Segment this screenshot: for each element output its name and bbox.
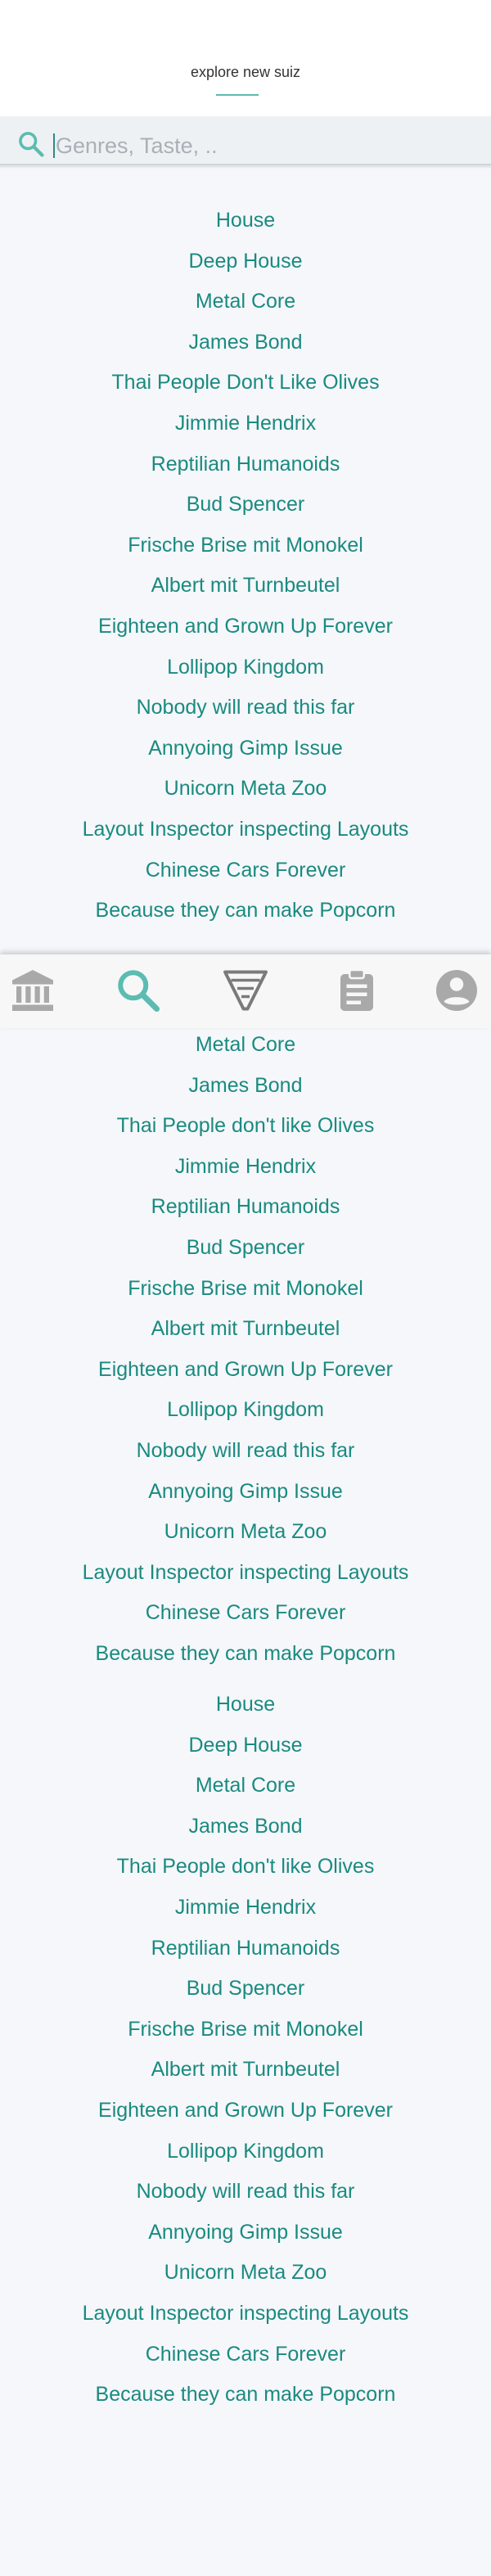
bank-icon	[12, 970, 53, 1011]
genre-list-item[interactable]: Frische Brise mit Monokel	[0, 526, 491, 566]
genre-list-item[interactable]: Frische Brise mit Monokel	[0, 2010, 491, 2050]
app-header: explore new suiz	[0, 0, 491, 116]
genre-list-item[interactable]: Unicorn Meta Zoo	[0, 2253, 491, 2294]
account-icon	[436, 970, 477, 1011]
genre-list-item[interactable]: Reptilian Humanoids	[0, 444, 491, 485]
genre-list-third: House Deep House Metal Core James Bond Thai …	[0, 1685, 491, 2416]
search-input[interactable]	[56, 128, 465, 164]
genre-list-item[interactable]: Jimmie Hendrix	[0, 404, 491, 444]
genre-list-item[interactable]: Bud Spencer	[0, 1228, 491, 1269]
genre-list-item[interactable]: Chinese Cars Forever	[0, 1593, 491, 1634]
funnel-icon	[223, 970, 268, 1011]
genre-list-item[interactable]: Because they can make Popcorn	[0, 891, 491, 932]
nav-filter-button[interactable]	[221, 966, 270, 1015]
genre-list-item[interactable]: Jimmie Hendrix	[0, 1147, 491, 1188]
genre-list-item[interactable]: James Bond	[0, 1807, 491, 1847]
genre-list-item[interactable]: Layout Inspector inspecting Layouts	[0, 1553, 491, 1594]
genre-list-item[interactable]: Albert mit Turnbeutel	[0, 1309, 491, 1350]
genre-list-item[interactable]: House	[0, 201, 491, 241]
genre-list-item[interactable]: Bud Spencer	[0, 1969, 491, 2010]
genre-list-item[interactable]: Albert mit Turnbeutel	[0, 2050, 491, 2091]
genre-list-item[interactable]: Layout Inspector inspecting Layouts	[0, 2294, 491, 2335]
text-cursor	[53, 133, 55, 158]
genre-list-item[interactable]: Metal Core	[0, 282, 491, 323]
genre-list-item[interactable]: Reptilian Humanoids	[0, 1187, 491, 1228]
genre-list-item[interactable]: Thai People don't like Olives	[0, 1106, 491, 1147]
genre-list-item[interactable]: Frische Brise mit Monokel	[0, 1269, 491, 1310]
genre-list-item[interactable]: Unicorn Meta Zoo	[0, 1512, 491, 1553]
genre-list-item[interactable]: Layout Inspector inspecting Layouts	[0, 810, 491, 850]
genre-list-item[interactable]: Nobody will read this far	[0, 2172, 491, 2213]
bottom-navigation	[0, 954, 491, 1028]
genre-list-item[interactable]: Nobody will read this far	[0, 1431, 491, 1472]
genre-list-item[interactable]: Eighteen and Grown Up Forever	[0, 607, 491, 647]
genre-list-item[interactable]: Thai People Don't Like Olives	[0, 363, 491, 404]
nav-home-button[interactable]	[8, 966, 57, 1015]
genre-list-item[interactable]: Deep House	[0, 241, 491, 282]
genre-list-second: Metal Core James Bond Thai People don't li…	[0, 1025, 491, 1675]
genre-list-item[interactable]: Annyoing Gimp Issue	[0, 2213, 491, 2253]
genre-list-item[interactable]: Because they can make Popcorn	[0, 1634, 491, 1675]
genre-list-item[interactable]: Albert mit Turnbeutel	[0, 566, 491, 607]
genre-list-item[interactable]: Lollipop Kingdom	[0, 2132, 491, 2172]
genre-list-main: House Deep House Metal Core James Bond Thai …	[0, 201, 491, 932]
search-icon	[118, 970, 160, 1012]
genre-list-item[interactable]: Annyoing Gimp Issue	[0, 729, 491, 769]
nav-profile-button[interactable]	[432, 966, 481, 1015]
title-underline	[216, 94, 259, 96]
genre-list-item[interactable]: Thai People don't like Olives	[0, 1847, 491, 1888]
genre-list-item[interactable]: Jimmie Hendrix	[0, 1888, 491, 1929]
nav-clipboard-button[interactable]	[332, 966, 381, 1015]
genre-list-item[interactable]: Deep House	[0, 1726, 491, 1766]
genre-list-item[interactable]: Metal Core	[0, 1766, 491, 1807]
genre-list-item[interactable]: James Bond	[0, 323, 491, 363]
genre-list-item[interactable]: Eighteen and Grown Up Forever	[0, 1350, 491, 1391]
genre-list-item[interactable]: Chinese Cars Forever	[0, 850, 491, 891]
genre-list-item[interactable]: House	[0, 1685, 491, 1726]
genre-list-item[interactable]: Nobody will read this far	[0, 688, 491, 729]
genre-list-item[interactable]: Eighteen and Grown Up Forever	[0, 2091, 491, 2132]
genre-list-item[interactable]: Because they can make Popcorn	[0, 2375, 491, 2416]
genre-list-item[interactable]: Lollipop Kingdom	[0, 647, 491, 688]
genre-list-item[interactable]: Reptilian Humanoids	[0, 1929, 491, 1969]
genre-list-item[interactable]: Lollipop Kingdom	[0, 1390, 491, 1431]
genre-list-item[interactable]: Unicorn Meta Zoo	[0, 769, 491, 810]
nav-search-button[interactable]	[114, 966, 163, 1015]
genre-list-item[interactable]: Metal Core	[0, 1025, 491, 1066]
genre-list-item[interactable]: Bud Spencer	[0, 485, 491, 526]
search-bar-shadow	[0, 164, 491, 169]
clipboard-icon	[340, 968, 373, 1011]
page-title: explore new suiz	[190, 64, 301, 80]
genre-list-item[interactable]: James Bond	[0, 1066, 491, 1107]
genre-list-item[interactable]: Annyoing Gimp Issue	[0, 1472, 491, 1513]
genre-list-item[interactable]: Chinese Cars Forever	[0, 2335, 491, 2375]
search-icon[interactable]	[16, 129, 46, 159]
